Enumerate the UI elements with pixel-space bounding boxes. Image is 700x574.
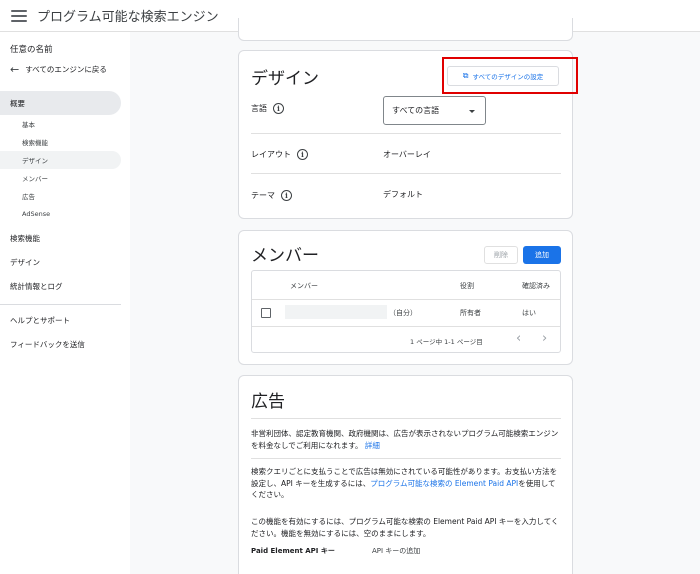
table-divider [252, 299, 560, 300]
member-role: 所有者 [460, 309, 481, 317]
app-title: プログラム可能な検索エンジン [37, 10, 219, 25]
hamburger-menu-icon[interactable] [11, 9, 27, 22]
sidebar: 任意の名前 ← すべてのエンジンに戻る 概要 基本 検索機能 デザイン メンバー… [0, 32, 130, 574]
sidebar-divider [0, 304, 121, 305]
arrow-back-icon: ← [10, 63, 20, 76]
ads-paragraph-2: 検索クエリごとに支払うことで広告は無効にされている可能性があります。お支払い方法… [251, 466, 561, 501]
back-label: すべてのエンジンに戻る [25, 65, 107, 74]
sidebar-item-help[interactable]: ヘルプとサポート [0, 308, 70, 332]
ads-card: 広告 非営利団体、認定教育機関、政府機関は、広告が表示されないプログラム可能検索… [238, 375, 573, 574]
language-select[interactable]: すべての言語 [383, 96, 486, 125]
ads-paragraph-3: この機能を有効にするには、プログラム可能な検索の Element Paid AP… [251, 517, 559, 538]
theme-label-row: テーマ i [251, 190, 292, 201]
design-title: デザイン [251, 69, 319, 89]
layout-value: オーバーレイ [383, 150, 431, 159]
table-divider [252, 326, 560, 327]
language-label-row: 言語 i [251, 103, 284, 114]
divider [251, 458, 561, 459]
members-table: メンバー 役割 確認済み （自分） 所有者 はい 1 ページ中 1-1 ページ目… [251, 270, 561, 353]
sidebar-sub-ads[interactable]: 広告 [0, 187, 35, 205]
ads-paragraph-1-text: 非営利団体、認定教育機関、政府機関は、広告が表示されないプログラム可能検索エンジ… [251, 429, 559, 450]
sidebar-item-overview[interactable]: 概要 [0, 91, 121, 115]
delete-button[interactable]: 削除 [484, 246, 518, 264]
members-card: メンバー 削除 追加 メンバー 役割 確認済み （自分） 所有者 はい 1 ペー… [238, 230, 573, 365]
sidebar-item-feedback[interactable]: フィードバックを送信 [0, 332, 85, 356]
members-title: メンバー [251, 246, 319, 266]
element-paid-api-link[interactable]: プログラム可能な検索の Element Paid API [370, 479, 518, 488]
highlight-annotation [442, 57, 578, 94]
language-value: すべての言語 [392, 106, 440, 115]
layout-label: レイアウト [251, 150, 291, 159]
previous-card [238, 18, 573, 41]
layout-label-row: レイアウト i [251, 149, 308, 160]
chevron-left-icon[interactable]: ‹ [516, 331, 521, 346]
api-key-label: Paid Element API キー [251, 547, 335, 555]
divider [251, 133, 561, 134]
sidebar-sub-search-features[interactable]: 検索機能 [0, 133, 48, 151]
add-button[interactable]: 追加 [523, 246, 561, 264]
column-header-verified: 確認済み [522, 282, 550, 290]
engine-name: 任意の名前 [10, 45, 53, 55]
language-label: 言語 [251, 104, 267, 113]
divider [251, 418, 561, 419]
pagination-text: 1 ページ中 1-1 ページ目 [410, 338, 483, 346]
sidebar-sub-adsense[interactable]: AdSense [0, 205, 50, 223]
theme-label: テーマ [251, 191, 275, 200]
learn-more-link[interactable]: 詳細 [365, 441, 380, 450]
ads-title: 広告 [251, 392, 285, 412]
sidebar-item-search-features[interactable]: 検索機能 [0, 226, 40, 250]
info-icon[interactable]: i [273, 103, 284, 114]
row-checkbox[interactable] [261, 308, 271, 318]
column-header-role: 役割 [460, 282, 474, 290]
api-key-add-field[interactable]: API キーの追加 [372, 546, 420, 556]
column-header-member: メンバー [290, 282, 318, 290]
member-verified: はい [522, 309, 536, 317]
self-indicator: （自分） [389, 309, 417, 317]
info-icon[interactable]: i [297, 149, 308, 160]
chevron-right-icon[interactable]: › [542, 331, 547, 346]
sidebar-item-stats-logs[interactable]: 統計情報とログ [0, 274, 63, 298]
sidebar-item-design[interactable]: デザイン [0, 250, 40, 274]
divider [251, 173, 561, 174]
back-to-engines-link[interactable]: ← すべてのエンジンに戻る [10, 63, 107, 76]
redacted-member-email [285, 305, 387, 319]
dropdown-caret-icon [469, 110, 475, 113]
sidebar-sub-members[interactable]: メンバー [0, 169, 48, 187]
ads-paragraph-1: 非営利団体、認定教育機関、政府機関は、広告が表示されないプログラム可能検索エンジ… [251, 428, 561, 451]
theme-value: デフォルト [383, 190, 423, 199]
sidebar-sub-basic[interactable]: 基本 [0, 115, 35, 133]
info-icon[interactable]: i [281, 190, 292, 201]
sidebar-sub-design[interactable]: デザイン [0, 151, 121, 169]
